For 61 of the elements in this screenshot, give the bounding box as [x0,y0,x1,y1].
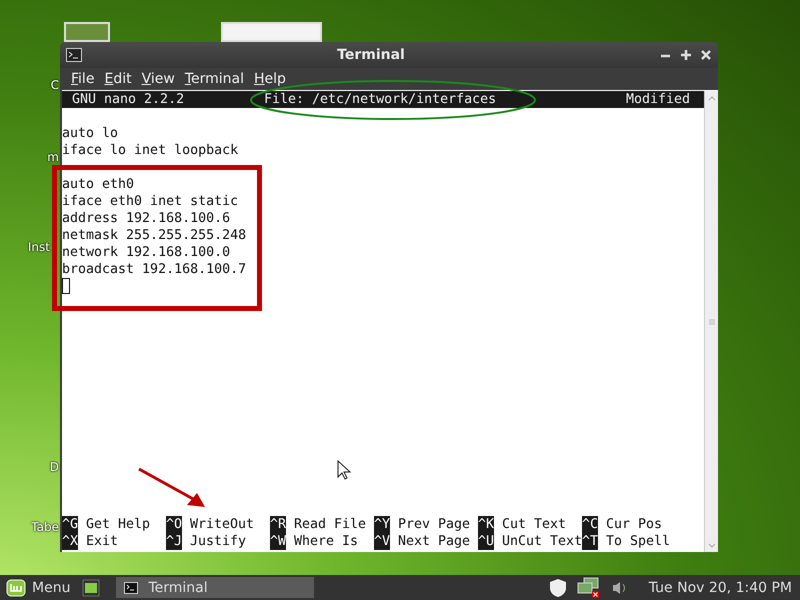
shortcut-label: Justify [190,533,246,550]
menu-item[interactable]: Edit [99,71,137,87]
shortcut-label: Cut Text [502,516,566,533]
shortcut-key: ^G [62,516,78,533]
shield-icon[interactable] [548,578,567,598]
menu-item[interactable]: View [136,71,180,87]
shortcut-label: Next Page [398,533,470,550]
menu-item[interactable]: Terminal [180,71,249,87]
code-line: address 192.168.100.6 [62,211,230,226]
menu-item[interactable]: File [66,71,100,87]
menu-button[interactable]: Menu [32,580,70,596]
terminal-icon [66,48,82,62]
shortcut-key: ^C [582,516,598,533]
desktop-icon-label[interactable]: C [50,78,59,92]
code-line: auto eth0 [62,177,134,192]
menu-item[interactable]: Help [249,71,291,87]
shortcut-key: ^O [166,516,182,533]
shortcut-key: ^X [62,533,78,550]
file-name: File: /etc/network/interfaces [264,91,498,108]
shortcut-label: Where Is [294,533,358,550]
shortcut-key: ^R [270,516,286,533]
text-cursor [62,278,70,294]
shortcut-label: Exit [86,533,118,550]
terminal-icon [124,582,138,594]
window-thumbnail[interactable] [221,22,322,42]
desktop-icon[interactable] [64,22,110,42]
maximize-icon[interactable] [680,49,692,61]
code-line: broadcast 192.168.100.7 [62,262,246,277]
window-title: Terminal [336,47,406,63]
code-line: auto lo [62,126,118,141]
code-line: iface eth0 inet static [62,194,238,209]
show-desktop-icon[interactable] [82,578,100,596]
shortcut-label: To Spell [606,533,670,550]
shortcut-label: Cur Pos [606,516,662,533]
code-line: network 192.168.100.0 [62,245,230,260]
shortcut-label: WriteOut [190,516,254,533]
taskbar-button[interactable]: Terminal [116,577,314,598]
clock[interactable]: Tue Nov 20, 1:40 PM [648,580,792,596]
mouse-pointer-icon [337,460,351,480]
shortcut-key: ^W [270,533,286,550]
modified-status: Modified [626,91,690,108]
shortcut-key: ^Y [374,516,390,533]
shortcut-key: ^J [166,533,182,550]
shortcut-label: Get Help [86,516,150,533]
nano-version: GNU nano 2.2.2 [71,91,186,108]
shortcut-key: ^U [478,533,494,550]
code-line: iface lo inet loopback [62,143,238,158]
code-line: netmask 255.255.255.248 [62,228,246,243]
shortcut-label: UnCut Text [502,533,582,550]
scrollbar[interactable] [704,91,718,552]
mint-logo-icon[interactable] [6,578,26,596]
desktop-icon-label[interactable]: m [47,150,59,164]
shortcut-label: Read File [294,516,366,533]
shortcut-label: Prev Page [398,516,470,533]
shortcut-key: ^K [478,516,494,533]
taskbar-label: Terminal [148,580,208,596]
network-icon[interactable] [576,576,601,598]
annotation-arrow [137,467,207,509]
shortcut-key: ^V [374,533,390,550]
shortcut-key: ^T [582,533,598,550]
close-icon[interactable] [700,49,712,61]
